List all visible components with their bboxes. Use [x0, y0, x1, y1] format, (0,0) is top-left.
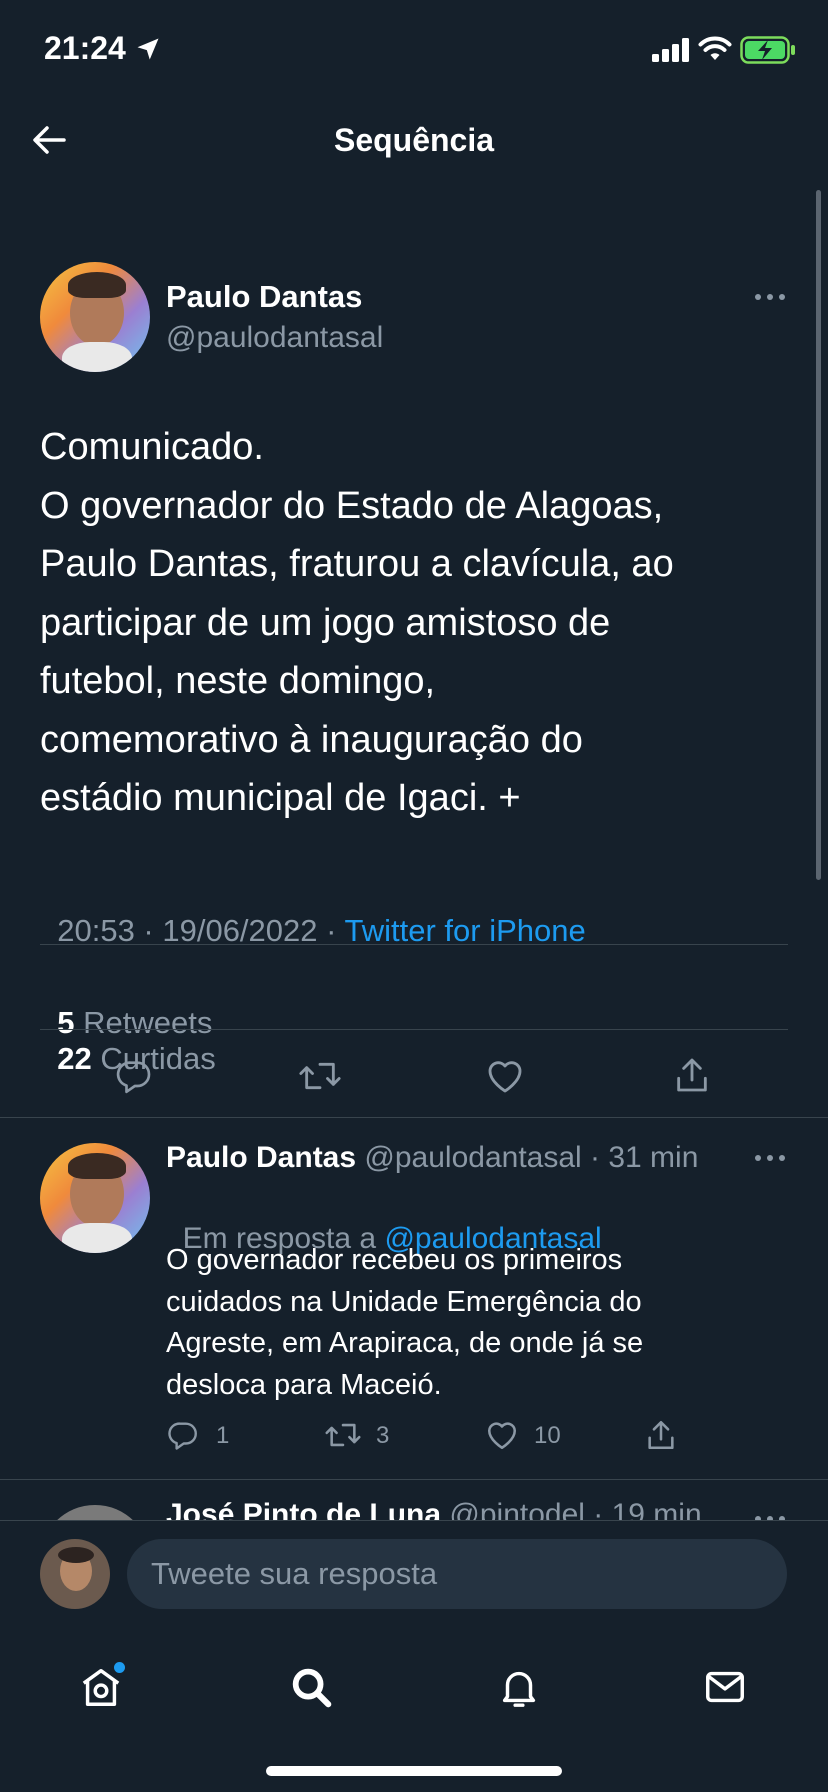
reply-count: 1	[216, 1422, 230, 1449]
reply-text-line: Agreste, em Arapiraca, de onde já se	[166, 1327, 644, 1359]
tweet-meta: 20:53 · 19/06/2022 · Twitter for iPhone	[40, 877, 586, 949]
retweets-label: Retweets	[83, 1005, 213, 1040]
reply-text: O governador recebeu os primeiros cuidad…	[166, 1240, 806, 1406]
user-avatar[interactable]	[40, 1539, 110, 1609]
next-author-handle[interactable]: @pintodel	[449, 1498, 585, 1520]
tweet-timestamp: 20:53 · 19/06/2022 ·	[57, 913, 345, 948]
search-icon[interactable]	[288, 1664, 334, 1710]
tweet-text-line: O governador do Estado de Alagoas,	[40, 484, 664, 527]
avatar[interactable]	[40, 1505, 150, 1520]
share-icon[interactable]	[672, 1054, 712, 1096]
notifications-bell-icon[interactable]	[496, 1664, 542, 1710]
reply-icon[interactable]	[166, 1418, 200, 1452]
share-icon[interactable]	[644, 1417, 678, 1453]
reply-text-line: desloca para Maceió.	[166, 1368, 442, 1401]
retweet-icon[interactable]	[324, 1418, 362, 1452]
more-options-icon[interactable]	[754, 290, 786, 304]
tweet-text-line: Paulo Dantas, fraturou a clavícula, ao	[40, 543, 674, 585]
tab-home[interactable]	[78, 1662, 128, 1714]
avatar[interactable]	[40, 262, 150, 372]
tweet-text-line: Comunicado.	[40, 426, 264, 468]
divider	[0, 1117, 828, 1118]
next-tweet-header: José Pinto de Luna @pintodel · 19 min	[166, 1498, 702, 1520]
reply-text-line: cuidados na Unidade Emergência do	[166, 1285, 642, 1318]
like-count: 10	[534, 1422, 561, 1449]
tweet-text-line: comemorativo à inauguração do	[40, 718, 583, 761]
reply-input[interactable]: Tweete sua resposta	[127, 1539, 787, 1609]
like-heart-icon[interactable]	[485, 1057, 525, 1095]
reply-author-name[interactable]: Paulo Dantas	[166, 1141, 356, 1174]
scrollbar[interactable]	[816, 190, 821, 880]
reply-icon[interactable]	[114, 1056, 154, 1096]
reply-header: Paulo Dantas @paulodantasal · 31 min	[166, 1141, 698, 1175]
more-options-icon[interactable]	[754, 1151, 786, 1165]
header: Sequência	[0, 100, 828, 180]
next-author-name[interactable]: José Pinto de Luna	[166, 1498, 441, 1520]
retweets-count: 5	[57, 1005, 75, 1040]
reply-composer: Tweete sua resposta	[0, 1520, 828, 1633]
likes-count: 22	[57, 1041, 92, 1076]
next-tweet-time: · 19 min	[593, 1498, 702, 1520]
more-options-icon[interactable]	[754, 1512, 786, 1520]
reply-author-handle[interactable]: @paulodantasal	[364, 1141, 581, 1174]
notification-dot	[114, 1662, 125, 1673]
status-time: 21:24	[44, 30, 126, 66]
location-arrow-icon	[137, 38, 159, 60]
tweet-source-link[interactable]: Twitter for iPhone	[345, 913, 586, 948]
battery-charging-icon	[740, 36, 795, 64]
retweets-stat[interactable]: 5 Retweets	[57, 1005, 212, 1040]
author-handle[interactable]: @paulodantasal	[166, 321, 383, 355]
wifi-icon	[698, 36, 732, 60]
messages-envelope-icon[interactable]	[702, 1664, 748, 1710]
retweet-count: 3	[376, 1422, 390, 1449]
retweet-icon[interactable]	[298, 1056, 342, 1096]
divider	[40, 944, 788, 945]
reply-input-placeholder: Tweete sua resposta	[151, 1556, 438, 1591]
tweet-text: Comunicado. O governador do Estado de Al…	[40, 418, 800, 828]
tweet-text-line: participar de um jogo amistoso de	[40, 601, 611, 644]
tweet-text-line: futebol, neste domingo,	[40, 660, 436, 702]
bottom-tab-bar	[0, 1632, 828, 1792]
like-heart-icon[interactable]	[485, 1419, 519, 1451]
tweet-text-line: estádio municipal de Igaci. +	[40, 777, 521, 819]
cellular-signal-icon	[652, 38, 689, 62]
status-bar: 21:24	[0, 0, 828, 100]
author-name[interactable]: Paulo Dantas	[166, 279, 362, 315]
next-tweet: José Pinto de Luna @pintodel · 19 min	[0, 1480, 828, 1520]
page-title: Sequência	[333, 122, 495, 158]
avatar[interactable]	[40, 1143, 150, 1253]
home-indicator	[266, 1766, 562, 1776]
reply-text-line: O governador recebeu os primeiros	[166, 1244, 623, 1276]
reply-time: · 31 min	[590, 1141, 699, 1174]
divider	[40, 1029, 788, 1030]
